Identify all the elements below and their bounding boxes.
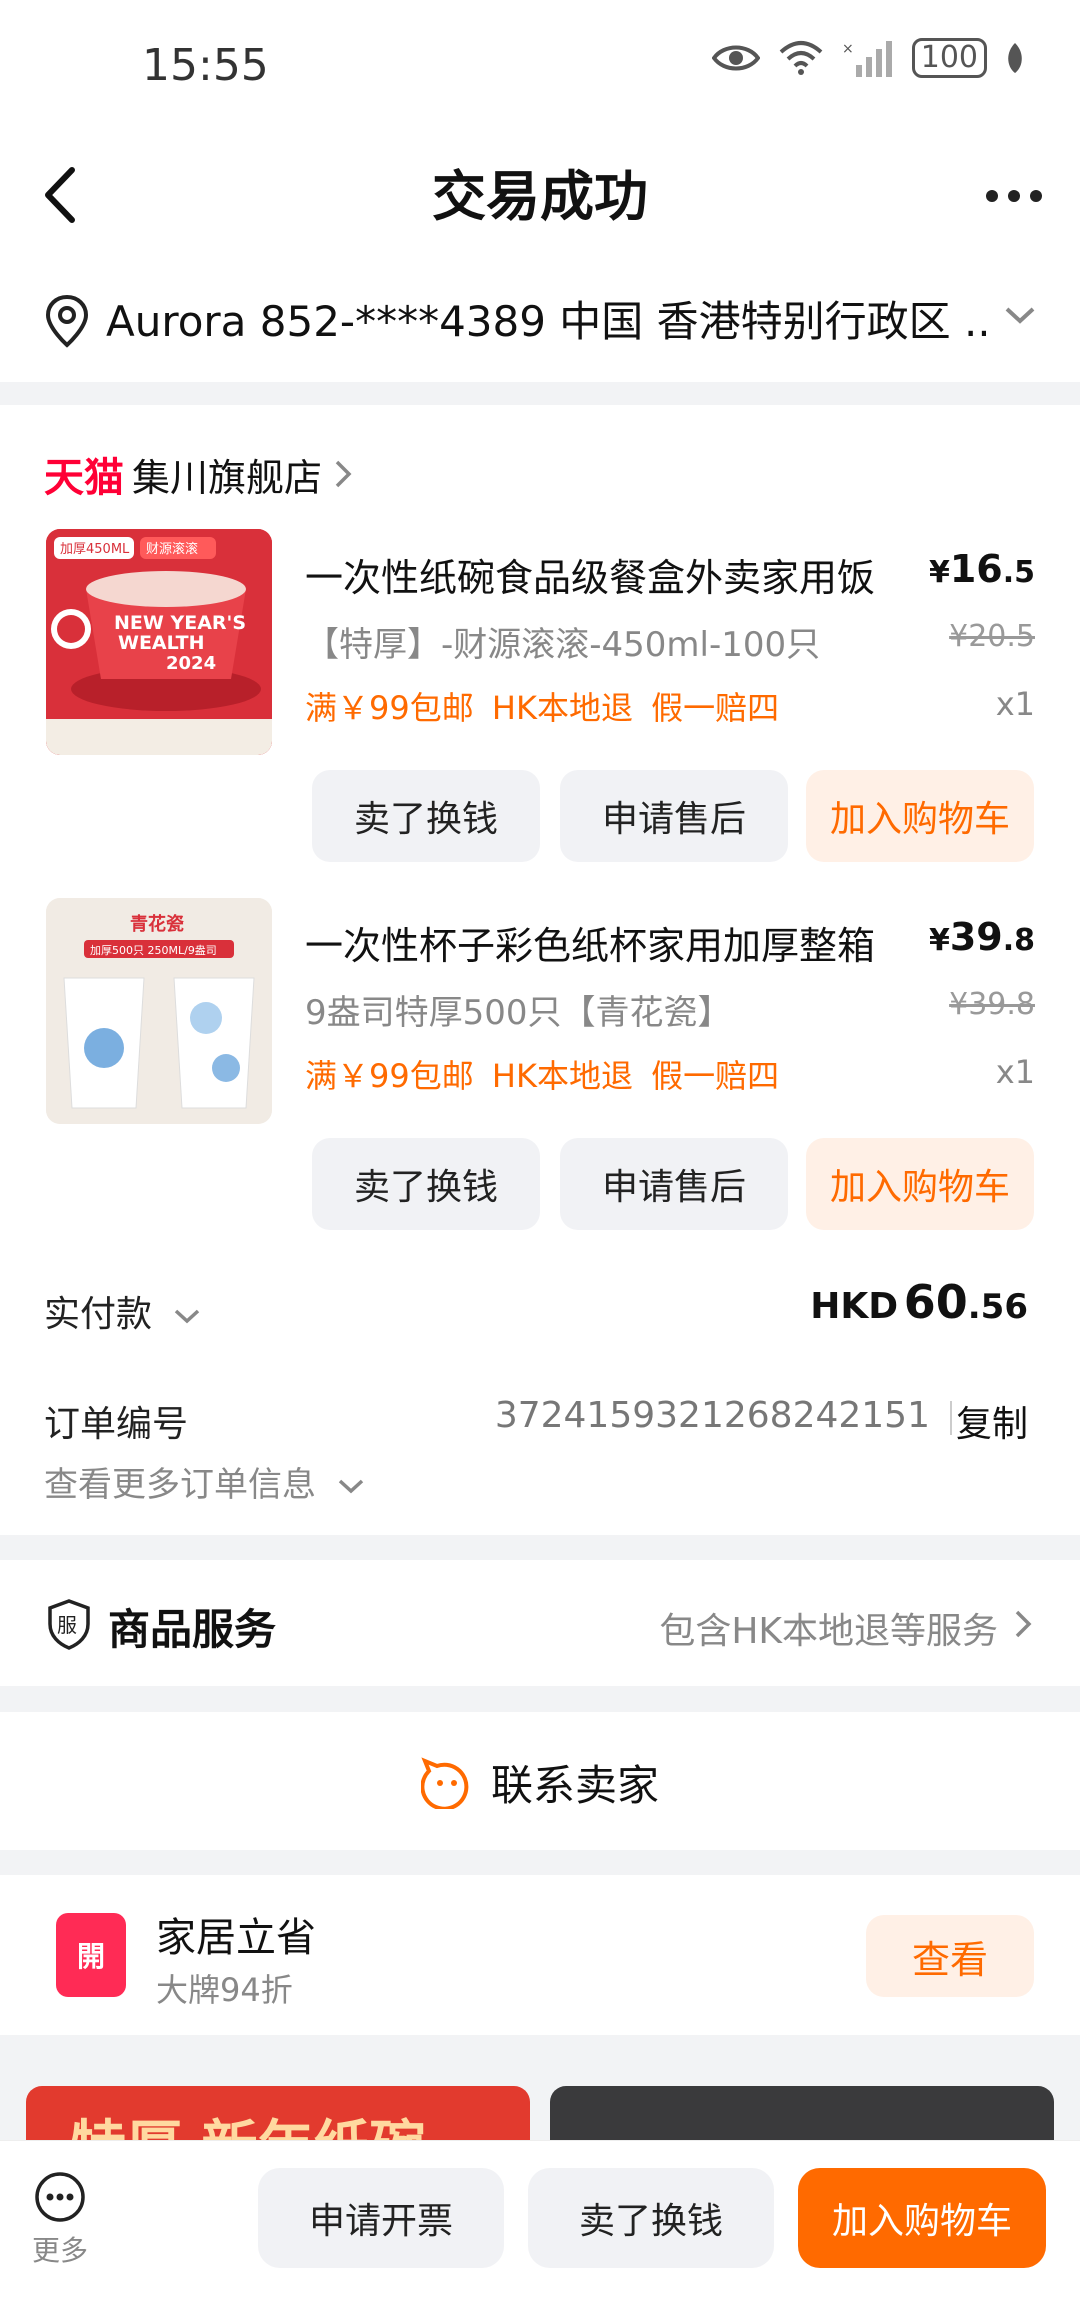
signal-icon: × (842, 41, 892, 77)
add-to-cart-button[interactable]: 加入购物车 (806, 1138, 1034, 1230)
divider (950, 1401, 952, 1435)
status-bar: 15:55 × 100 (0, 0, 1080, 130)
svg-text:服: 服 (57, 1613, 77, 1637)
after-sales-button[interactable]: 申请售后 (560, 1138, 788, 1230)
status-time: 15:55 (142, 40, 269, 91)
service-title: 商品服务 (108, 1605, 277, 1654)
product-tags: 满￥99包邮 HK本地退 假一赔四 (305, 1057, 780, 1095)
tmall-logo: 天猫 (44, 455, 124, 501)
more-order-info-label: 查看更多订单信息 (44, 1465, 316, 1505)
eye-icon (711, 45, 760, 71)
order-number-label: 订单编号 (44, 1404, 189, 1445)
more-actions-label: 更多 (31, 2234, 88, 2267)
store-header[interactable]: 天猫 集川旗舰店 (44, 445, 356, 503)
chevron-down-icon (338, 1479, 363, 1494)
chevron-right-icon (1015, 1610, 1032, 1638)
product-price: ¥16.5 (928, 547, 1035, 591)
service-description: 包含HK本地退等服务 (659, 1611, 998, 1652)
chevron-down-icon[interactable] (1004, 304, 1036, 326)
product-sku: 【特厚】-财源滚滚-450ml-100只 (305, 625, 821, 665)
address-text: Aurora 852-****4389 中国 香港特别行政区 ... (106, 297, 986, 346)
chat-face-icon (420, 1756, 469, 1809)
contact-seller-button[interactable]: 联系卖家 (0, 1752, 1080, 1813)
product-quantity: x1 (995, 685, 1035, 723)
request-invoice-button[interactable]: 申请开票 (258, 2168, 504, 2268)
status-icons: × 100 (711, 38, 1025, 78)
svg-text:青花瓷: 青花瓷 (130, 913, 184, 935)
order-card: 天猫 集川旗舰店 加厚450ML 财源滚滚 NEW YEAR'S WEALTH … (0, 405, 1080, 1535)
battery-indicator: 100 (911, 38, 987, 78)
payment-toggle[interactable]: 实付款 (44, 1285, 201, 1337)
paper-cup-illustration: 青花瓷 加厚500只 250ML/9盎司 (46, 898, 272, 1124)
product-image[interactable]: 加厚450ML 财源滚滚 NEW YEAR'S WEALTH 2024 (46, 529, 272, 755)
paper-bowl-illustration: 加厚450ML 财源滚滚 NEW YEAR'S WEALTH 2024 (46, 529, 272, 755)
page-title: 交易成功 (432, 165, 648, 228)
copy-button[interactable]: 复制 (956, 1395, 1028, 1447)
resell-button[interactable]: 卖了换钱 (312, 770, 540, 862)
svg-text:2024: 2024 (166, 653, 216, 674)
svg-text:财源滚滚: 财源滚滚 (146, 541, 198, 557)
service-row[interactable]: 服 商品服务 包含HK本地退等服务 (0, 1560, 1080, 1686)
shipping-address[interactable]: Aurora 852-****4389 中国 香港特别行政区 ... (0, 260, 1080, 382)
product-tags: 满￥99包邮 HK本地退 假一赔四 (305, 689, 780, 727)
more-menu-icon[interactable] (986, 190, 1042, 202)
add-to-cart-button[interactable]: 加入购物车 (806, 770, 1034, 862)
nav-bar: 交易成功 (0, 130, 1080, 260)
chevron-right-icon (335, 460, 352, 488)
bottom-action-bar: 更多 申请开票 卖了换钱 加入购物车 (0, 2140, 1080, 2311)
more-circle-icon (35, 2172, 85, 2222)
leaf-icon (1008, 43, 1022, 73)
recommend-card[interactable]: 特厚 新年纸碗 (26, 2086, 530, 2146)
promo-title: 家居立省 (156, 1915, 316, 1961)
payment-label: 实付款 (44, 1294, 153, 1335)
svg-text:WEALTH: WEALTH (118, 632, 204, 654)
product-quantity: x1 (995, 1053, 1035, 1091)
service-shield-icon: 服 (48, 1599, 90, 1650)
contact-row: 联系卖家 (0, 1712, 1080, 1850)
wifi-icon (779, 41, 823, 75)
red-envelope-icon: 開 (56, 1913, 126, 1997)
original-price: ¥39.8 (949, 987, 1035, 1022)
view-promo-button[interactable]: 查看 (866, 1915, 1034, 1997)
more-order-info-link[interactable]: 查看更多订单信息 (44, 1457, 365, 1506)
svg-text:×: × (842, 41, 854, 57)
svg-text:加厚450ML: 加厚450ML (60, 542, 130, 557)
product-title[interactable]: 一次性杯子彩色纸杯家用加厚整箱 (305, 915, 875, 970)
location-pin-icon (45, 294, 89, 348)
product-price: ¥39.8 (928, 915, 1035, 959)
after-sales-button[interactable]: 申请售后 (560, 770, 788, 862)
payment-amount: HKD 60.56 (810, 1275, 1028, 1329)
order-number: 3724159321268242151 (494, 1395, 930, 1436)
more-actions-button[interactable]: 更多 (28, 2171, 92, 2269)
svg-text:加厚500只 250ML/9盎司: 加厚500只 250ML/9盎司 (90, 943, 217, 957)
product-image[interactable]: 青花瓷 加厚500只 250ML/9盎司 (46, 898, 272, 1124)
resell-button[interactable]: 卖了换钱 (312, 1138, 540, 1230)
store-name: 集川旗舰店 (132, 455, 323, 500)
product-sku: 9盎司特厚500只【青花瓷】 (305, 993, 732, 1033)
promo-row: 開 家居立省 大牌94折 查看 (0, 1875, 1080, 2035)
original-price: ¥20.5 (949, 619, 1035, 654)
chevron-down-icon (175, 1309, 200, 1324)
add-to-cart-button[interactable]: 加入购物车 (798, 2168, 1046, 2268)
recommend-card[interactable] (550, 2086, 1054, 2146)
svg-text:NEW YEAR'S: NEW YEAR'S (114, 612, 246, 634)
product-title[interactable]: 一次性纸碗食品级餐盒外卖家用饭 (305, 547, 875, 602)
resell-button[interactable]: 卖了换钱 (528, 2168, 774, 2268)
promo-subtitle: 大牌94折 (156, 1971, 293, 2009)
contact-seller-label: 联系卖家 (490, 1761, 659, 1810)
